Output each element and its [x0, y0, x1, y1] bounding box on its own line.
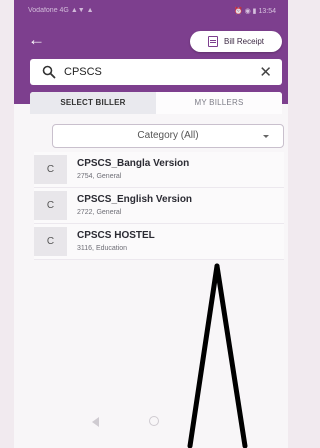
biller-item[interactable]: C CPSCS_English Version 2722, General — [34, 188, 284, 224]
status-bar: Vodafone 4G ▲▼ ▲ ⏰ ◉ ▮ 13:54 — [14, 0, 288, 22]
biller-detail: 3116, Education — [77, 245, 128, 252]
phone-screen: Vodafone 4G ▲▼ ▲ ⏰ ◉ ▮ 13:54 ← Bill Rece… — [14, 0, 288, 448]
biller-detail: 2754, General — [77, 173, 122, 180]
status-right: ⏰ ◉ ▮ 13:54 — [233, 8, 276, 15]
bill-receipt-label: Bill Receipt — [223, 37, 264, 46]
arrow-left-icon: ← — [28, 30, 45, 49]
system-nav-bar — [14, 404, 288, 440]
receipt-icon — [207, 36, 218, 47]
biller-item[interactable]: C CPSCS HOSTEL 3116, Education — [34, 224, 284, 260]
search-box: ✕ — [30, 59, 282, 85]
biller-initial-badge: C — [34, 155, 67, 184]
biller-detail: 2722, General — [77, 209, 122, 216]
category-dropdown[interactable]: Category (All) — [52, 124, 284, 148]
nav-home-icon[interactable] — [149, 416, 159, 426]
category-selected: Category (All) — [137, 130, 199, 141]
biller-name: CPSCS HOSTEL — [77, 230, 155, 241]
back-button[interactable]: ← — [28, 30, 48, 50]
close-icon[interactable]: ✕ — [259, 63, 272, 81]
search-input[interactable] — [64, 66, 244, 78]
tab-select-biller[interactable]: SELECT BILLER — [30, 92, 156, 114]
biller-name: CPSCS_Bangla Version — [77, 158, 190, 169]
biller-list: C CPSCS_Bangla Version 2754, General C C… — [34, 152, 284, 260]
chevron-down-icon — [263, 135, 269, 138]
bill-receipt-button[interactable]: Bill Receipt — [190, 31, 282, 52]
biller-tabs: SELECT BILLER MY BILLERS — [30, 92, 282, 114]
biller-initial-badge: C — [34, 227, 67, 256]
tab-my-billers[interactable]: MY BILLERS — [156, 92, 282, 114]
app-header: Vodafone 4G ▲▼ ▲ ⏰ ◉ ▮ 13:54 ← Bill Rece… — [14, 0, 288, 104]
nav-back-icon[interactable] — [92, 417, 99, 427]
status-carrier: Vodafone 4G ▲▼ ▲ — [28, 7, 94, 14]
search-icon — [42, 65, 56, 79]
biller-name: CPSCS_English Version — [77, 194, 193, 205]
biller-item[interactable]: C CPSCS_Bangla Version 2754, General — [34, 152, 284, 188]
biller-initial-badge: C — [34, 191, 67, 220]
